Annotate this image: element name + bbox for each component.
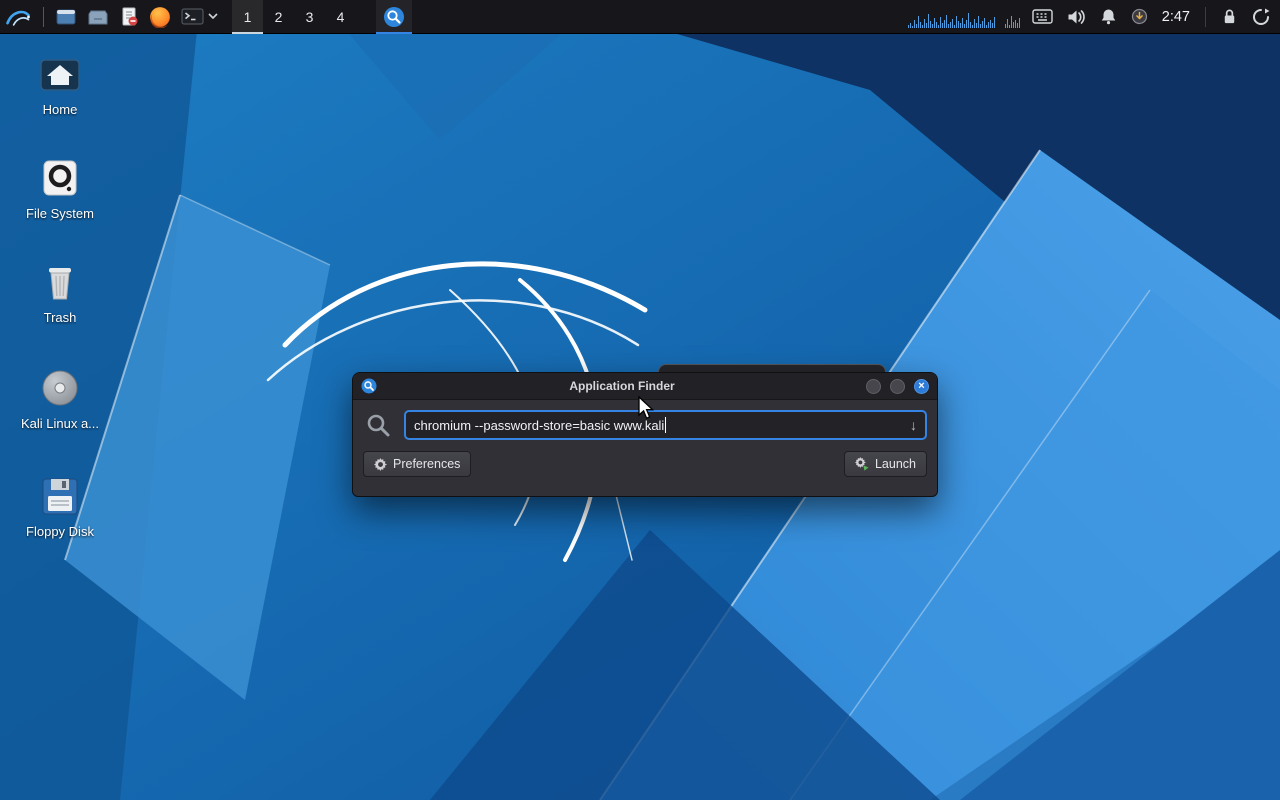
trash-icon bbox=[38, 262, 82, 304]
lock-screen-button[interactable] bbox=[1219, 2, 1240, 32]
power-icon bbox=[1252, 8, 1270, 26]
taskbar: 1 2 3 4 bbox=[0, 0, 1280, 34]
mouse-cursor bbox=[636, 396, 656, 420]
desktop-icon-label: Kali Linux a... bbox=[21, 416, 99, 431]
keyboard-icon bbox=[1032, 9, 1053, 24]
kali-logo-icon bbox=[4, 4, 32, 30]
application-finder-window: Application Finder × chromium --password… bbox=[352, 372, 938, 497]
firefox-launcher[interactable] bbox=[147, 2, 173, 32]
maximize-button[interactable] bbox=[890, 379, 905, 394]
launch-label: Launch bbox=[875, 457, 916, 471]
workspace-4[interactable]: 4 bbox=[325, 0, 356, 34]
drive-icon bbox=[38, 158, 82, 200]
file-manager-icon bbox=[55, 7, 77, 27]
desktop-icon-trash[interactable]: Trash bbox=[12, 262, 108, 325]
desktop-icon-label: Floppy Disk bbox=[26, 524, 94, 539]
workspace-3[interactable]: 3 bbox=[294, 0, 325, 34]
panel-separator bbox=[43, 7, 44, 27]
window-button-application-finder[interactable] bbox=[376, 0, 412, 34]
firefox-icon bbox=[149, 6, 171, 28]
terminal-icon bbox=[181, 7, 204, 26]
workspace-2[interactable]: 2 bbox=[263, 0, 294, 34]
updates-tray-button[interactable] bbox=[1129, 2, 1150, 32]
desktop-icon-kali-cd[interactable]: Kali Linux a... bbox=[12, 368, 108, 431]
notifications-tray-button[interactable] bbox=[1098, 2, 1119, 32]
applications-menu-button[interactable] bbox=[2, 2, 34, 32]
gear-icon bbox=[374, 458, 387, 471]
workspace-1[interactable]: 1 bbox=[232, 0, 263, 34]
floppy-disk-icon bbox=[38, 476, 82, 518]
workspace-3-label: 3 bbox=[306, 9, 314, 25]
workspace-4-label: 4 bbox=[337, 9, 345, 25]
volume-icon bbox=[1067, 9, 1086, 25]
launch-icon bbox=[855, 457, 869, 471]
lock-icon bbox=[1221, 8, 1238, 25]
button-row: Preferences Launch bbox=[353, 447, 937, 477]
workspace-2-label: 2 bbox=[275, 9, 283, 25]
desktop-icon-label: Home bbox=[43, 102, 78, 117]
system-monitor-net-graph[interactable] bbox=[1005, 6, 1020, 28]
panel-separator bbox=[1205, 7, 1206, 27]
chevron-down-icon bbox=[208, 13, 218, 20]
workspace-switcher: 1 2 3 4 bbox=[232, 0, 356, 34]
desktop-icon-label: File System bbox=[26, 206, 94, 221]
application-finder-icon bbox=[383, 6, 405, 28]
command-input-value: chromium --password-store=basic www.kali bbox=[414, 418, 664, 433]
bell-icon bbox=[1100, 8, 1117, 25]
clock[interactable]: 2:47 bbox=[1160, 9, 1192, 25]
window-controls: × bbox=[857, 379, 929, 394]
launch-button[interactable]: Launch bbox=[844, 451, 927, 477]
preferences-button[interactable]: Preferences bbox=[363, 451, 471, 477]
cd-disc-icon bbox=[38, 368, 82, 410]
history-dropdown-icon[interactable]: ↓ bbox=[910, 417, 917, 433]
folder-launcher[interactable] bbox=[85, 2, 111, 32]
text-editor-launcher[interactable] bbox=[117, 2, 141, 32]
folder-icon bbox=[87, 7, 109, 27]
close-button[interactable]: × bbox=[914, 379, 929, 394]
desktop-icon-file-system[interactable]: File System bbox=[12, 158, 108, 221]
search-icon bbox=[365, 412, 391, 438]
desktop-icon-label: Trash bbox=[44, 310, 77, 325]
logout-button[interactable] bbox=[1250, 2, 1272, 32]
preferences-label: Preferences bbox=[393, 457, 460, 471]
desktop-icon-home[interactable]: Home bbox=[12, 54, 108, 117]
system-monitor-cpu-graph[interactable] bbox=[908, 6, 995, 28]
keyboard-layout-tray-button[interactable] bbox=[1030, 2, 1055, 32]
minimize-button[interactable] bbox=[866, 379, 881, 394]
terminal-launcher-dropdown[interactable] bbox=[208, 2, 218, 32]
file-manager-launcher[interactable] bbox=[53, 2, 79, 32]
window-title: Application Finder bbox=[387, 379, 857, 393]
desktop-icon-floppy-disk[interactable]: Floppy Disk bbox=[12, 476, 108, 539]
workspace-1-label: 1 bbox=[244, 9, 252, 25]
command-input[interactable]: chromium --password-store=basic www.kali… bbox=[404, 410, 927, 440]
text-editor-icon bbox=[119, 7, 139, 27]
application-finder-icon bbox=[361, 378, 377, 394]
text-caret bbox=[665, 417, 666, 433]
home-icon bbox=[37, 54, 83, 96]
volume-tray-button[interactable] bbox=[1065, 2, 1088, 32]
updates-icon bbox=[1131, 8, 1148, 25]
terminal-launcher[interactable] bbox=[179, 2, 206, 32]
